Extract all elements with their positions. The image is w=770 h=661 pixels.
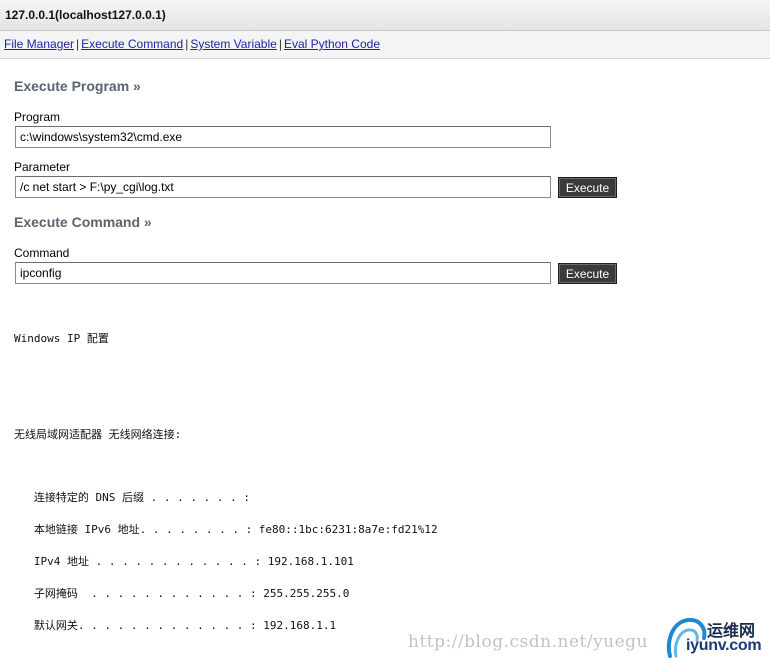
nav-link-execute-command[interactable]: Execute Command (81, 37, 183, 51)
output-line: 默认网关. . . . . . . . . . . . . : 192.168.… (14, 619, 337, 632)
execute-program-heading: Execute Program » (14, 78, 141, 94)
command-input[interactable] (15, 262, 551, 284)
execute-program-button[interactable]: Execute (558, 177, 617, 198)
nav-separator: | (76, 37, 80, 51)
program-label: Program (14, 110, 61, 124)
parameter-label: Parameter (14, 160, 71, 174)
nav-separator: | (185, 37, 189, 51)
command-label: Command (14, 246, 70, 260)
output-line: IPv4 地址 . . . . . . . . . . . . : 192.16… (14, 555, 354, 568)
site-logo: 运维网 iyunv.com (664, 612, 770, 661)
output-line: Windows IP 配置 (14, 332, 109, 345)
nav-bar: File Manager | Execute Command | System Vari… (0, 31, 770, 59)
execute-command-button[interactable]: Execute (558, 263, 617, 284)
program-input[interactable] (15, 126, 551, 148)
output-line: 连接特定的 DNS 后缀 . . . . . . . : (14, 491, 250, 504)
output-line: 子网掩码 . . . . . . . . . . . . : 255.255.2… (14, 587, 350, 600)
nav-links: File Manager | Execute Command | System Vari… (4, 37, 380, 51)
parameter-input[interactable] (15, 176, 551, 198)
nav-link-file-manager[interactable]: File Manager (4, 37, 74, 51)
logo-text-bottom: iyunv.com (686, 637, 762, 654)
nav-separator: | (278, 37, 282, 51)
command-output: Windows IP 配置 无线局域网适配器 无线网络连接: 连接特定的 DNS… (14, 300, 438, 632)
nav-link-system-variable[interactable]: System Variable (190, 37, 276, 51)
window-title: 127.0.0.1(localhost127.0.0.1) (5, 8, 166, 22)
title-bar: 127.0.0.1(localhost127.0.0.1) (0, 0, 770, 31)
output-line: 无线局域网适配器 无线网络连接: (14, 428, 182, 441)
execute-command-heading: Execute Command » (14, 214, 152, 230)
nav-link-eval-python-code[interactable]: Eval Python Code (284, 37, 380, 51)
watermark-url: http://blog.csdn.net/yuegu (408, 632, 649, 652)
output-line: 本地链接 IPv6 地址. . . . . . . . : fe80::1bc:… (14, 523, 438, 536)
